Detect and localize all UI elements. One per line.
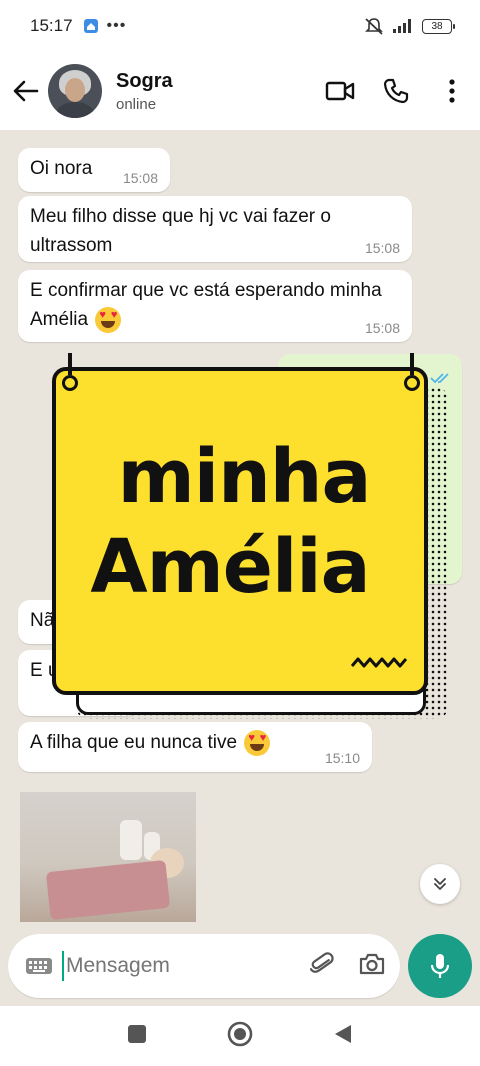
image-message[interactable] bbox=[20, 792, 196, 922]
message-time: 15:08 bbox=[122, 170, 158, 186]
message-input-container bbox=[8, 934, 400, 998]
chevron-double-down-icon bbox=[434, 878, 446, 890]
message-time: 15:08 bbox=[364, 320, 400, 336]
voice-message-button[interactable] bbox=[408, 934, 472, 998]
message-text: A filha que eu nunca tive bbox=[30, 732, 238, 753]
phone-icon bbox=[383, 78, 409, 104]
status-bar: 15:17 ••• 38 bbox=[0, 0, 480, 52]
back-arrow-icon bbox=[13, 80, 39, 102]
status-time: 15:17 bbox=[30, 16, 73, 35]
input-bar bbox=[0, 926, 480, 1006]
keyboard-icon bbox=[26, 958, 52, 974]
sign-line-1: minha bbox=[117, 434, 372, 520]
back-button[interactable] bbox=[4, 69, 48, 113]
contact-status: online bbox=[116, 95, 157, 113]
mic-icon bbox=[430, 954, 450, 978]
chat-header: Sogra online bbox=[0, 52, 480, 130]
message-text: Oi nora bbox=[30, 158, 93, 179]
scroll-to-bottom-button[interactable] bbox=[420, 864, 460, 904]
message-bubble[interactable]: A filha que eu nunca tive 15:10 bbox=[18, 722, 372, 772]
contact-name: Sogra bbox=[116, 69, 173, 92]
heart-eyes-emoji bbox=[95, 306, 122, 333]
message-bubble[interactable]: E confirmar que vc está esperando minha … bbox=[18, 270, 412, 342]
attach-icon bbox=[309, 951, 334, 973]
battery-icon: 38 bbox=[422, 18, 455, 34]
more-options-button[interactable] bbox=[424, 63, 480, 119]
attach-button[interactable] bbox=[308, 950, 336, 983]
home-button[interactable] bbox=[227, 1021, 253, 1052]
mute-icon bbox=[365, 18, 383, 35]
message-time: 15:08 bbox=[364, 240, 400, 256]
squiggle-decoration bbox=[350, 657, 408, 668]
video-call-button[interactable] bbox=[312, 63, 368, 119]
message-text: Nã bbox=[30, 610, 55, 631]
chat-area[interactable]: Oi nora 15:08 Meu filho disse que hj vc … bbox=[0, 130, 480, 1006]
message-text: Meu filho disse que hj vc vai fazer o ul… bbox=[30, 206, 331, 256]
contact-info[interactable]: Sogra online bbox=[116, 70, 173, 113]
heart-eyes-emoji bbox=[244, 729, 271, 756]
sign-line-2: Amélia bbox=[90, 524, 370, 610]
message-text: E confirmar que vc está esperando minha … bbox=[30, 280, 382, 330]
message-bubble[interactable]: Oi nora 15:08 bbox=[18, 148, 170, 192]
voice-call-button[interactable] bbox=[368, 63, 424, 119]
more-vert-icon bbox=[449, 79, 455, 103]
square-icon bbox=[128, 1024, 146, 1043]
back-nav-button[interactable] bbox=[333, 1023, 353, 1050]
message-input[interactable] bbox=[66, 954, 286, 978]
overlay-sign: minha Amélia bbox=[52, 353, 452, 728]
message-bubble[interactable]: Meu filho disse que hj vc vai fazer o ul… bbox=[18, 196, 412, 262]
signal-icon bbox=[393, 19, 411, 33]
recents-button[interactable] bbox=[127, 1024, 147, 1049]
system-nav-bar bbox=[0, 1006, 480, 1066]
camera-button[interactable] bbox=[358, 952, 386, 981]
camera-icon bbox=[359, 953, 385, 974]
message-time: 15:10 bbox=[324, 750, 360, 766]
triangle-back-icon bbox=[335, 1024, 351, 1043]
video-call-icon bbox=[325, 81, 355, 101]
circle-icon bbox=[227, 1021, 253, 1046]
avatar[interactable] bbox=[48, 64, 102, 118]
app-notification-icon bbox=[83, 19, 98, 33]
more-notifications-icon: ••• bbox=[106, 17, 127, 34]
keyboard-button[interactable] bbox=[24, 951, 54, 981]
